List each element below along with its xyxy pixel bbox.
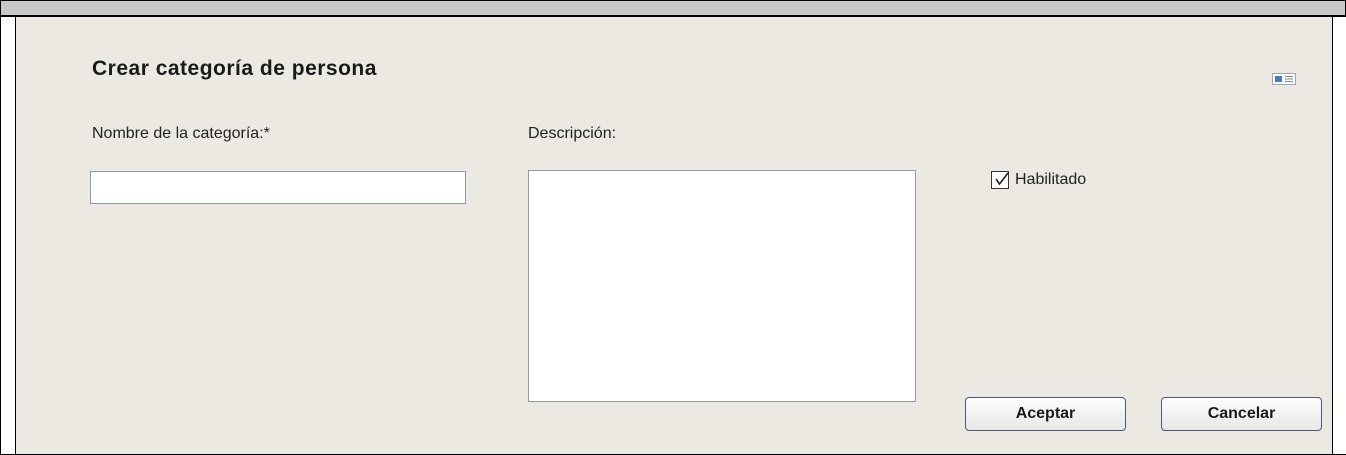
description-textarea[interactable] [528,170,916,402]
window-frame: Crear categoría de persona Nombre de la … [0,0,1346,455]
right-margin-strip [1332,17,1346,454]
cancel-button[interactable]: Cancelar [1161,397,1322,431]
description-label: Descripción: [528,125,617,142]
enabled-checkbox-group[interactable]: Habilitado [991,169,1086,191]
top-bar [1,1,1345,17]
dialog-title: Crear categoría de persona [92,57,377,80]
dialog-panel: Crear categoría de persona Nombre de la … [16,17,1332,454]
checkmark-icon [995,172,1009,186]
enabled-checkbox[interactable] [991,171,1009,189]
left-margin-strip [1,17,16,454]
enabled-label: Habilitado [1015,171,1087,188]
accept-button[interactable]: Aceptar [965,397,1126,431]
name-input[interactable] [90,171,466,204]
card-icon[interactable] [1272,72,1296,85]
name-label: Nombre de la categoría:* [92,125,270,142]
